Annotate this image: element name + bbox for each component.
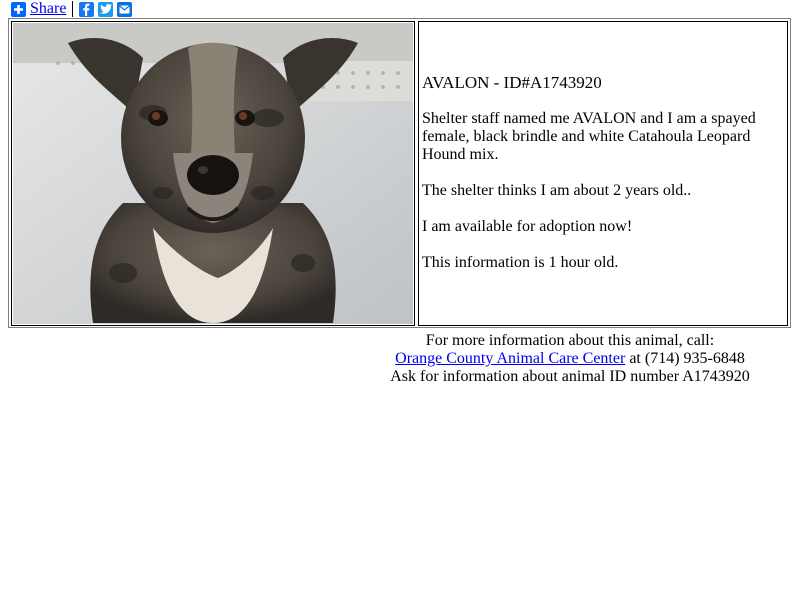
contact-intro: For more information about this animal, … xyxy=(425,332,715,349)
shelter-phone: at (714) 935-6848 xyxy=(625,350,745,367)
info-cell: AVALON - ID#A1743920 Shelter staff named… xyxy=(418,21,788,326)
twitter-icon[interactable] xyxy=(98,1,114,17)
email-icon[interactable] xyxy=(117,1,133,17)
animal-table: AVALON - ID#A1743920 Shelter staff named… xyxy=(8,18,791,328)
dog-photo-illustration xyxy=(13,23,413,324)
animal-info: AVALON - ID#A1743920 Shelter staff named… xyxy=(422,74,777,290)
facebook-icon[interactable] xyxy=(79,1,95,17)
dog-photo xyxy=(13,23,413,324)
share-link[interactable]: Share xyxy=(30,1,66,17)
contact-id-note: Ask for information about animal ID numb… xyxy=(390,368,750,385)
share-toolbar: Share xyxy=(11,0,133,18)
contact-footer: For more information about this animal, … xyxy=(380,332,760,386)
animal-description: Shelter staff named me AVALON and I am a… xyxy=(422,110,756,163)
contact-line: Orange County Animal Care Center at (714… xyxy=(380,350,760,368)
animal-age: The shelter thinks I am about 2 years ol… xyxy=(422,182,692,199)
animal-availability: I am available for adoption now! xyxy=(422,218,633,235)
photo-cell xyxy=(11,21,415,326)
share-divider xyxy=(72,1,74,17)
info-freshness: This information is 1 hour old. xyxy=(422,254,619,271)
shelter-link[interactable]: Orange County Animal Care Center xyxy=(395,350,625,367)
animal-title: AVALON - ID#A1743920 xyxy=(422,73,602,92)
plus-icon[interactable] xyxy=(11,1,26,17)
